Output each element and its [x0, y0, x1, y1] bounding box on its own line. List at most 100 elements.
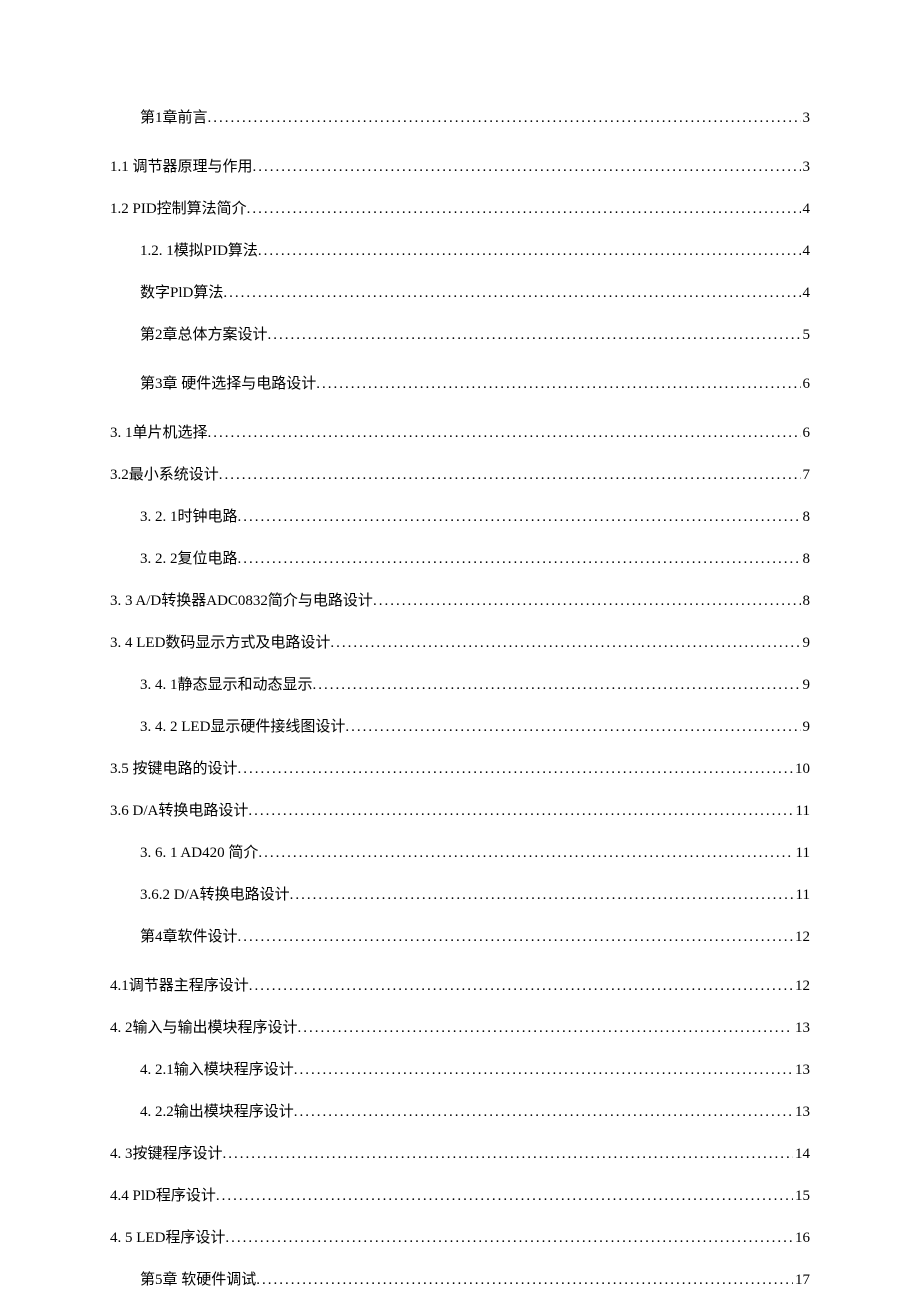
toc-entry: 3. 6. 1 AD420 简介 11	[110, 841, 810, 862]
toc-entry-label: 3.2最小系统设计	[110, 463, 219, 484]
toc-entry: 4.4 PlD程序设计 15	[110, 1184, 810, 1205]
table-of-contents: 第1章前言31.1 调节器原理与作用 31.2 PID控制算法简介41.2. 1…	[110, 106, 810, 1289]
toc-entry-page: 13	[793, 1104, 810, 1121]
toc-entry: 1.2 PID控制算法简介 4	[110, 197, 810, 218]
toc-entry-page: 9	[801, 719, 811, 736]
toc-entry: 第5章 软硬件调试 17	[110, 1268, 810, 1289]
toc-leader-dots	[316, 376, 800, 393]
toc-entry-label: 第1章前言	[140, 106, 208, 127]
toc-leader-dots	[238, 509, 801, 526]
toc-entry-label: 1.1 调节器原理与作用	[110, 155, 253, 176]
toc-entry: 3. 2. 1时钟电路 8	[110, 505, 810, 526]
toc-leader-dots	[330, 635, 800, 652]
toc-leader-dots	[258, 845, 793, 862]
toc-entry: 第1章前言 3	[110, 106, 810, 127]
toc-leader-dots	[268, 327, 801, 344]
toc-leader-dots	[256, 1272, 793, 1289]
toc-entry-page: 8	[801, 593, 811, 610]
toc-entry-label: 4. 3按键程序设计	[110, 1142, 223, 1163]
toc-entry-page: 3	[801, 110, 811, 127]
toc-leader-dots	[223, 285, 800, 302]
toc-entry-label: 1.2. 1模拟PID算法	[140, 239, 258, 260]
toc-entry-label: 3.6 D/A转换电路设计	[110, 799, 248, 820]
toc-entry-label: 3. 4. 1静态显示和动态显示	[140, 673, 313, 694]
toc-entry-page: 3	[801, 159, 811, 176]
toc-entry-label: 3. 6. 1 AD420 简介	[140, 841, 258, 862]
toc-entry-label: 3. 4. 2 LED显示硬件接线图设计	[140, 715, 345, 736]
toc-entry: 4. 2输入与输出模块程序设计 13	[110, 1016, 810, 1037]
toc-entry: 3. 4 LED数码显示方式及电路设计 9	[110, 631, 810, 652]
toc-entry-page: 4	[801, 201, 811, 218]
toc-entry: 4. 2.2输出模块程序设计 13	[110, 1100, 810, 1121]
toc-entry-page: 6	[801, 425, 811, 442]
toc-leader-dots	[373, 593, 801, 610]
toc-entry-page: 4	[801, 285, 811, 302]
toc-entry: 1.1 调节器原理与作用 3	[110, 155, 810, 176]
toc-entry-page: 11	[794, 845, 810, 862]
toc-entry-page: 17	[793, 1272, 810, 1289]
toc-leader-dots	[238, 929, 793, 946]
toc-entry-page: 9	[801, 635, 811, 652]
toc-entry-label: 4. 2输入与输出模块程序设计	[110, 1016, 298, 1037]
toc-entry: 3. 4. 1静态显示和动态显示 9	[110, 673, 810, 694]
toc-entry-label: 3. 2. 2复位电路	[140, 547, 238, 568]
toc-entry-page: 16	[793, 1230, 810, 1247]
toc-leader-dots	[298, 1020, 793, 1037]
toc-entry: 3. 2. 2复位电路 8	[110, 547, 810, 568]
toc-leader-dots	[247, 201, 801, 218]
toc-entry: 3. 3 A/D转换器ADC0832简介与电路设计 8	[110, 589, 810, 610]
toc-entry-page: 10	[793, 761, 810, 778]
toc-leader-dots	[294, 1062, 793, 1079]
toc-entry-page: 13	[793, 1020, 810, 1037]
toc-entry: 第4章软件设计 12	[110, 925, 810, 946]
toc-leader-dots	[313, 677, 801, 694]
toc-entry-page: 14	[793, 1146, 810, 1163]
toc-entry: 4. 2.1输入模块程序设计 13	[110, 1058, 810, 1079]
toc-entry: 1.2. 1模拟PID算法 4	[110, 239, 810, 260]
toc-entry-label: 1.2 PID控制算法简介	[110, 197, 247, 218]
toc-entry-page: 12	[793, 929, 810, 946]
toc-entry-label: 3. 1单片机选择	[110, 421, 208, 442]
toc-entry: 3.6 D/A转换电路设计 11	[110, 799, 810, 820]
toc-entry-label: 4. 2.1输入模块程序设计	[140, 1058, 294, 1079]
toc-entry-label: 3. 4 LED数码显示方式及电路设计	[110, 631, 330, 652]
toc-entry-page: 7	[801, 467, 811, 484]
toc-entry: 4. 3按键程序设计 14	[110, 1142, 810, 1163]
toc-entry-label: 3.5 按键电路的设计	[110, 757, 238, 778]
toc-entry-page: 12	[793, 978, 810, 995]
toc-entry-label: 第4章软件设计	[140, 925, 238, 946]
toc-entry: 第2章总体方案设计 5	[110, 323, 810, 344]
toc-entry-page: 15	[793, 1188, 810, 1205]
toc-entry-label: 数字PlD算法	[140, 281, 223, 302]
toc-entry-label: 3.6.2 D/A转换电路设计	[140, 883, 290, 904]
toc-entry: 数字PlD算法 4	[110, 281, 810, 302]
toc-entry-page: 8	[801, 551, 811, 568]
toc-leader-dots	[238, 551, 801, 568]
toc-entry-page: 6	[801, 376, 811, 393]
toc-entry: 3.5 按键电路的设计 10	[110, 757, 810, 778]
toc-leader-dots	[248, 803, 793, 820]
toc-entry: 第3章 硬件选择与电路设计6	[110, 372, 810, 393]
toc-entry-label: 4.1调节器主程序设计	[110, 974, 249, 995]
toc-leader-dots	[219, 467, 801, 484]
toc-entry-page: 8	[801, 509, 811, 526]
toc-leader-dots	[223, 1146, 793, 1163]
toc-leader-dots	[294, 1104, 793, 1121]
toc-entry-page: 13	[793, 1062, 810, 1079]
toc-leader-dots	[208, 425, 801, 442]
toc-leader-dots	[258, 243, 801, 260]
toc-leader-dots	[225, 1230, 793, 1247]
toc-entry-label: 4.4 PlD程序设计	[110, 1184, 216, 1205]
toc-entry: 4. 5 LED程序设计16	[110, 1226, 810, 1247]
toc-entry-label: 第2章总体方案设计	[140, 323, 268, 344]
toc-entry-page: 9	[801, 677, 811, 694]
toc-entry-page: 4	[801, 243, 811, 260]
toc-leader-dots	[208, 110, 801, 127]
toc-leader-dots	[249, 978, 793, 995]
toc-entry-page: 11	[794, 803, 810, 820]
toc-entry-page: 5	[801, 327, 811, 344]
toc-entry-label: 3. 2. 1时钟电路	[140, 505, 238, 526]
toc-entry-label: 3. 3 A/D转换器ADC0832简介与电路设计	[110, 589, 373, 610]
toc-entry: 3.6.2 D/A转换电路设计11	[110, 883, 810, 904]
toc-leader-dots	[253, 159, 801, 176]
